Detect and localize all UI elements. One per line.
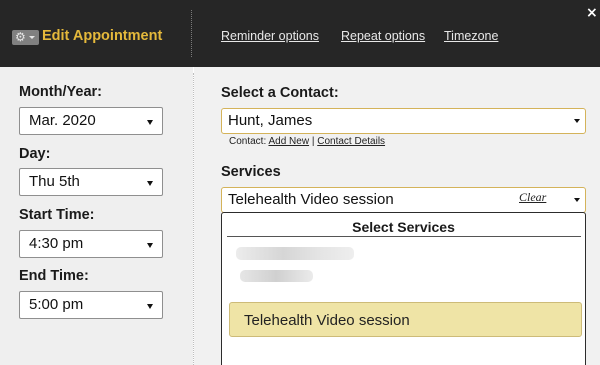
services-select[interactable]: Telehealth Video session Clear [221, 187, 586, 213]
day-select[interactable]: Thu 5th [19, 168, 163, 196]
end-time-value: 5:00 pm [29, 296, 84, 313]
day-label: Day: [19, 146, 51, 162]
services-label: Services [221, 164, 281, 180]
dialog-header: ⚙ Edit Appointment Reminder options Repe… [0, 0, 600, 67]
contact-value: Hunt, James [228, 112, 313, 129]
dialog-title: Edit Appointment [42, 28, 163, 44]
services-value: Telehealth Video session [228, 191, 394, 208]
service-option-label: Telehealth Video session [244, 312, 410, 329]
chevron-down-icon [147, 181, 153, 186]
chevron-down-icon [574, 198, 580, 202]
repeat-options-link[interactable]: Repeat options [341, 29, 425, 43]
end-time-label: End Time: [19, 268, 89, 284]
contact-select[interactable]: Hunt, James [221, 108, 586, 134]
close-icon[interactable]: × [586, 5, 598, 21]
start-time-label: Start Time: [19, 207, 95, 223]
add-new-contact-link[interactable]: Add New [268, 136, 309, 147]
settings-menu-button[interactable]: ⚙ [12, 30, 39, 45]
link-separator: | [311, 136, 315, 147]
redacted-option [236, 247, 354, 260]
chevron-down-icon [147, 120, 153, 125]
clear-services-link[interactable]: Clear [519, 190, 546, 205]
month-year-label: Month/Year: [19, 84, 102, 100]
contact-links: Contact: Add New | Contact Details [229, 136, 385, 147]
end-time-select[interactable]: 5:00 pm [19, 291, 163, 319]
services-dropdown: Select Services Telehealth Video session [221, 212, 586, 365]
day-value: Thu 5th [29, 173, 80, 190]
start-time-select[interactable]: 4:30 pm [19, 230, 163, 258]
gear-icon: ⚙ [15, 30, 26, 44]
service-option-selected[interactable]: Telehealth Video session [229, 302, 582, 337]
contact-prefix: Contact: [229, 136, 267, 147]
contact-label: Select a Contact: [221, 85, 339, 101]
services-dropdown-title: Select Services [352, 219, 455, 235]
dropdown-divider [227, 236, 581, 237]
month-year-value: Mar. 2020 [29, 112, 96, 129]
chevron-down-icon [147, 243, 153, 248]
reminder-options-link[interactable]: Reminder options [221, 29, 319, 43]
header-divider [191, 10, 192, 57]
contact-details-link[interactable]: Contact Details [317, 136, 385, 147]
start-time-value: 4:30 pm [29, 235, 84, 252]
chevron-down-icon [147, 304, 153, 309]
redacted-option [240, 270, 313, 282]
month-year-select[interactable]: Mar. 2020 [19, 107, 163, 135]
timezone-link[interactable]: Timezone [444, 29, 498, 43]
chevron-down-icon [574, 119, 580, 123]
caret-down-icon [29, 36, 35, 39]
